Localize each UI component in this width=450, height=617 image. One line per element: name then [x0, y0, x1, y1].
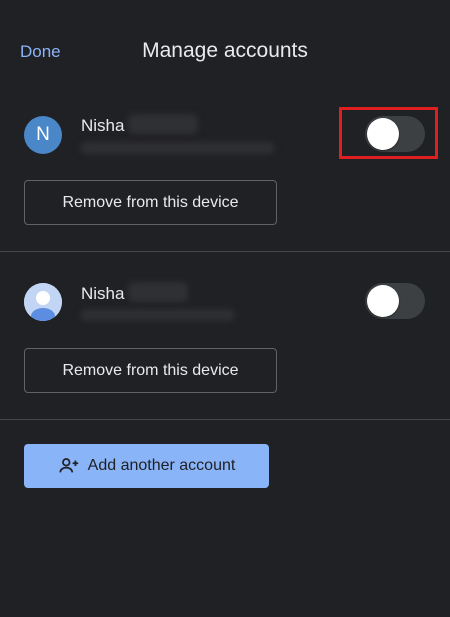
account-name: Nisha — [81, 284, 125, 303]
person-icon — [24, 283, 62, 321]
account-item: N Nisha Remove from this device — [0, 104, 450, 251]
avatar-letter: N — [36, 124, 50, 145]
avatar — [24, 283, 62, 321]
remove-from-device-button[interactable]: Remove from this device — [24, 180, 277, 225]
avatar: N — [24, 116, 62, 154]
remove-from-device-button[interactable]: Remove from this device — [24, 348, 277, 393]
add-account-label: Add another account — [87, 457, 236, 474]
person-add-icon — [58, 455, 80, 477]
toggle-knob — [367, 285, 399, 317]
account-item: Nisha Remove from this device — [0, 252, 450, 419]
done-button[interactable]: Done — [20, 42, 61, 62]
page-title: Manage accounts — [142, 39, 308, 62]
redacted-email — [80, 309, 235, 321]
account-name: Nisha — [81, 116, 125, 135]
account-sync-toggle[interactable] — [365, 283, 425, 319]
redacted-name — [128, 114, 198, 134]
add-another-account-button[interactable]: Add another account — [24, 444, 269, 488]
manage-accounts-screen: Done Manage accounts N Nisha Remove from… — [0, 0, 450, 617]
toggle-knob — [367, 118, 399, 150]
header: Done Manage accounts — [0, 0, 450, 104]
redacted-name — [128, 282, 188, 302]
redacted-email — [80, 142, 275, 154]
divider — [0, 419, 450, 420]
account-sync-toggle[interactable] — [365, 116, 425, 152]
